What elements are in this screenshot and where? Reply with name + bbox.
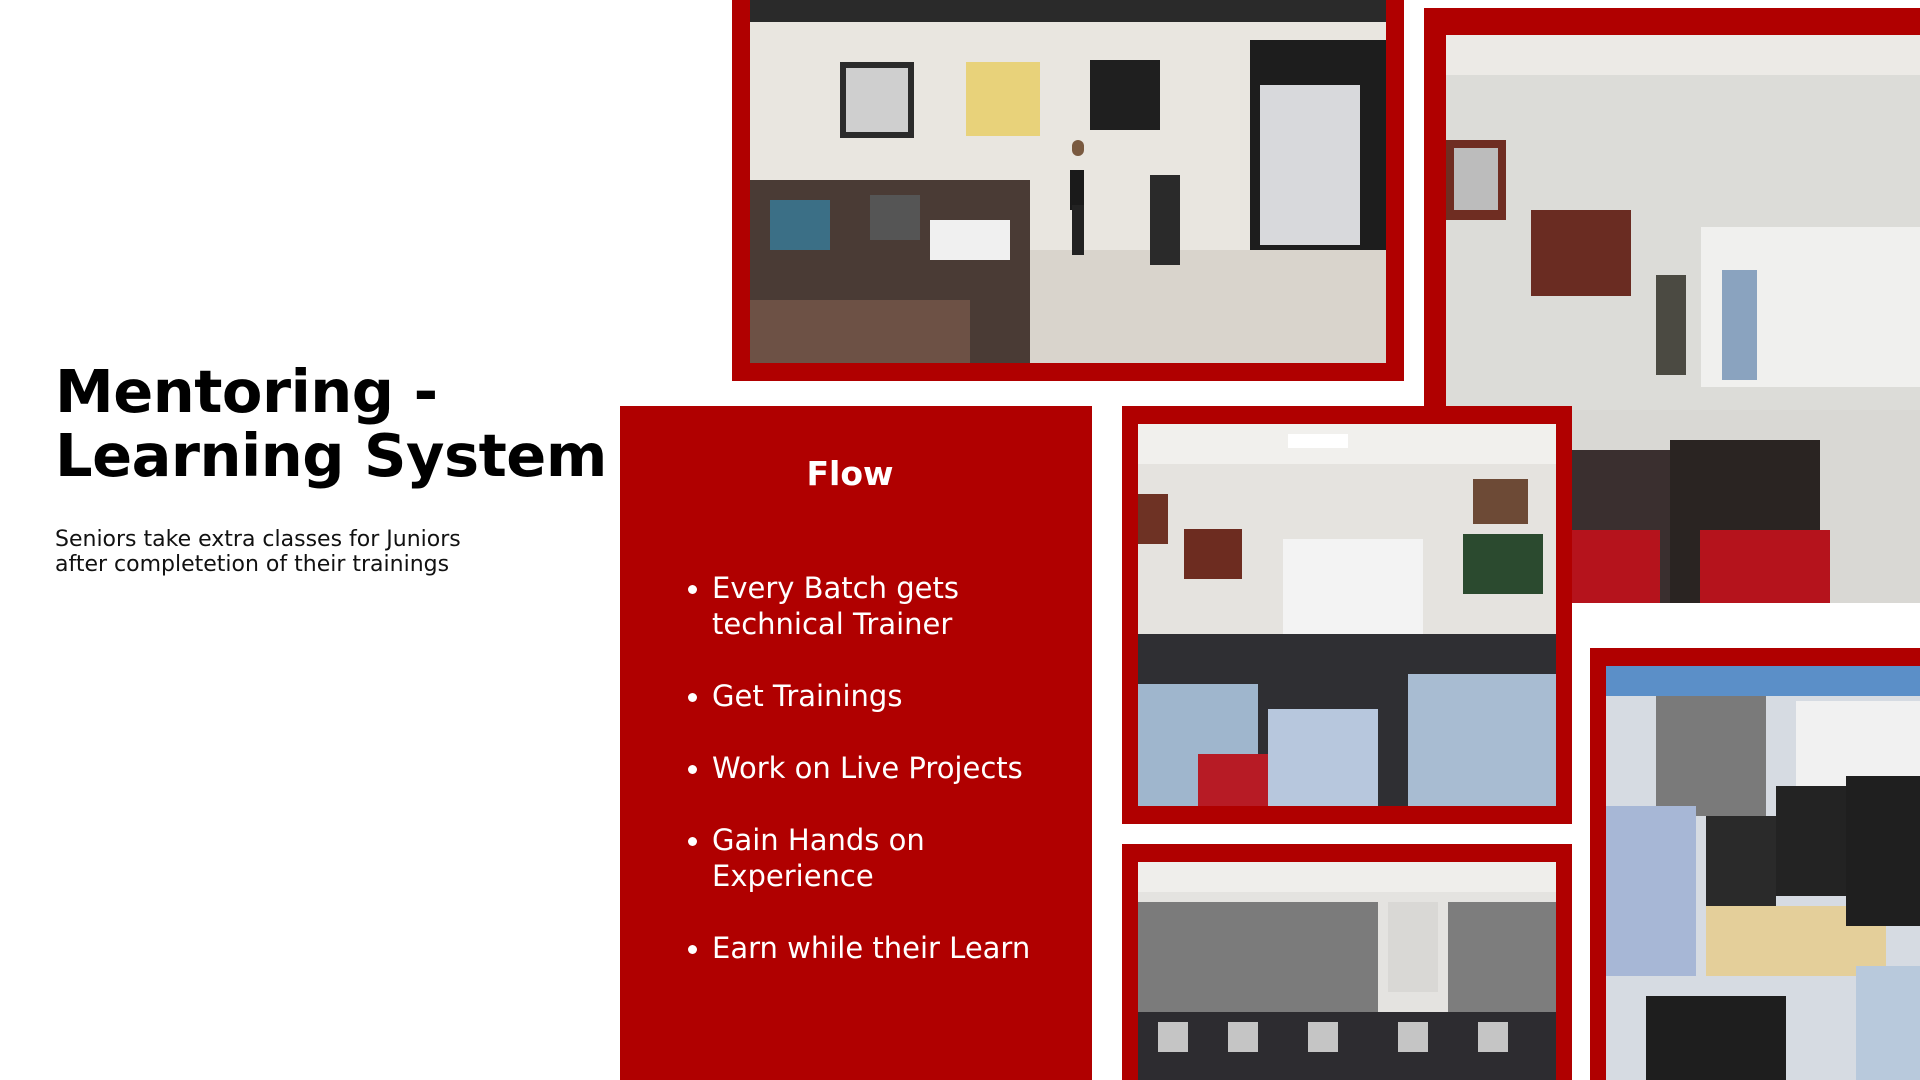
bullet-icon — [688, 945, 697, 954]
flow-item-label: Get Trainings — [712, 679, 903, 713]
slide-subtitle: Seniors take extra classes for Juniors a… — [55, 527, 461, 577]
bullet-icon — [688, 837, 697, 846]
flow-item-label: Earn while their Learn — [712, 931, 1031, 965]
slide-title-line-1: Mentoring - — [55, 357, 438, 426]
group-study-photo — [1590, 648, 1920, 1080]
flow-item-label: Work on Live Projects — [712, 751, 1023, 785]
flow-item-label: Every Batch gets technical Trainer — [712, 571, 959, 641]
flow-list: Every Batch gets technical Trainer Get T… — [688, 570, 1082, 1002]
flow-item: Earn while their Learn — [688, 930, 1082, 966]
flow-item: Work on Live Projects — [688, 750, 1082, 786]
flow-heading: Flow — [806, 454, 894, 493]
bullet-icon — [688, 765, 697, 774]
bullet-icon — [688, 693, 697, 702]
classroom-lecture-photo — [732, 0, 1404, 381]
bullet-icon — [688, 585, 697, 594]
computer-lab-photo — [1122, 844, 1572, 1080]
slide-title-line-2: Learning System — [55, 421, 607, 490]
flow-panel: Flow Every Batch gets technical Trainer … — [620, 406, 1092, 1080]
flow-item-label: Gain Hands on Experience — [712, 823, 925, 893]
flow-item: Get Trainings — [688, 678, 1082, 714]
slide-title: Mentoring - Learning System — [55, 360, 615, 488]
flow-item: Gain Hands on Experience — [688, 822, 1082, 894]
student-whiteboard-photo — [1122, 406, 1572, 824]
flow-item: Every Batch gets technical Trainer — [688, 570, 1082, 642]
